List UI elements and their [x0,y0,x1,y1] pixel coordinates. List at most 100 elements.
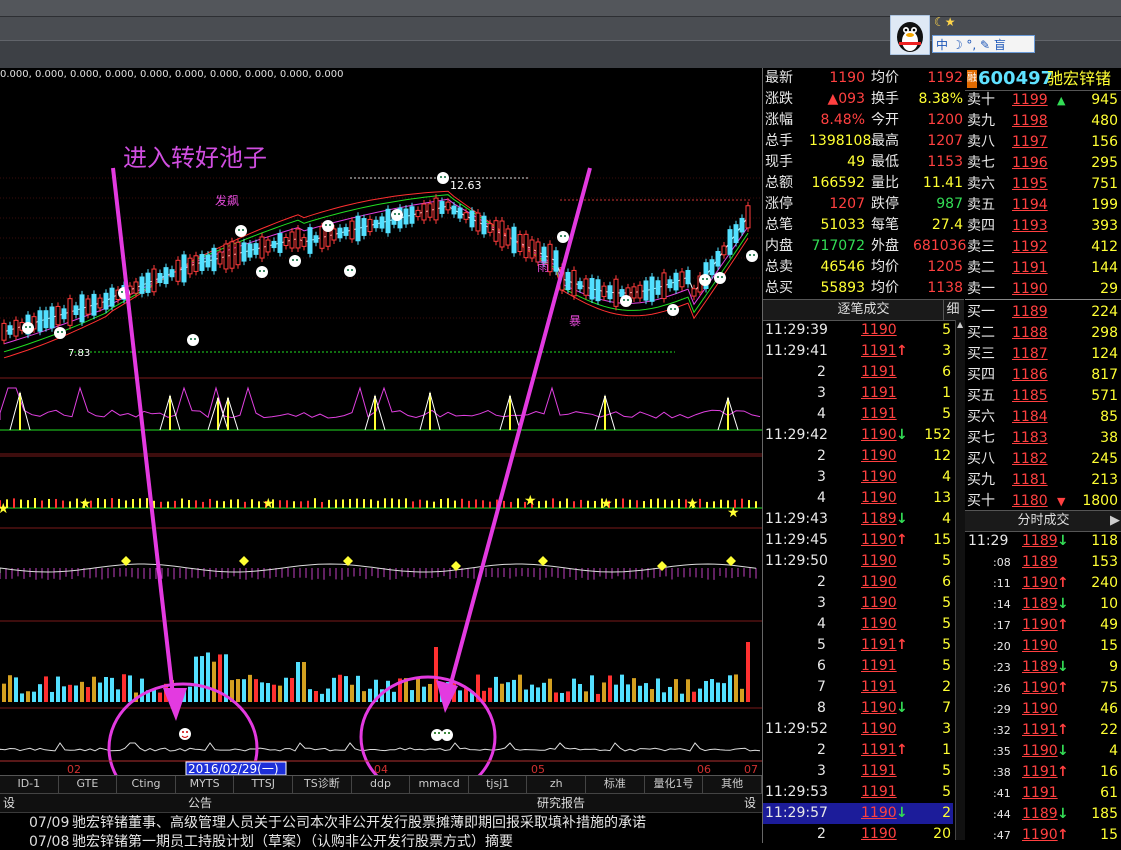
tick-row[interactable]: 11:29:43 1189 ↓ 4 [763,509,953,530]
qq-widget[interactable]: ☾★ 中 ☽ °, ✎ 盲 [890,15,1036,55]
order-row[interactable]: 买四 1186 817 [965,365,1121,386]
scroll-up-icon[interactable]: ▲ [957,320,963,329]
tick-row[interactable]: 4 1190 5 [763,614,953,635]
tab-announcements[interactable]: 公告 [188,794,212,812]
minute-row[interactable]: :23 1189 ↓ 9 [965,657,1121,678]
order-row[interactable]: 卖三 1192 412 [965,237,1121,258]
tab-tjsj1[interactable]: tjsj1 [469,776,528,793]
tab-ddp[interactable]: ddp [352,776,411,793]
tick-row[interactable]: 4 1190 13 [763,488,953,509]
expand-arrow-icon[interactable]: ▶ [1110,511,1120,531]
order-row[interactable]: 卖九 1198 480 [965,111,1121,132]
order-row[interactable]: 卖四 1193 393 [965,216,1121,237]
order-row[interactable]: 卖七 1196 295 [965,153,1121,174]
news-title[interactable]: 驰宏锌锗董事、高级管理人员关于公司本次非公开发行股票摊薄即期回报采取填补措施的承… [72,815,646,831]
minute-row[interactable]: 11:29 1189 ↓ 118 [965,531,1121,552]
order-row[interactable]: 买三 1187 124 [965,344,1121,365]
minute-row[interactable]: :14 1189 ↓ 10 [965,594,1121,615]
minute-row[interactable]: :11 1190 ↑ 240 [965,573,1121,594]
tick-row[interactable]: 11:29:42 1190 ↓ 152 [763,425,953,446]
tab-mmacd[interactable]: mmacd [410,776,469,793]
minute-row[interactable]: :44 1189 ↓ 185 [965,804,1121,825]
tick-row[interactable]: 2 1190 20 [763,824,953,845]
tab-zh[interactable]: zh [527,776,587,793]
tab-quant1[interactable]: 量化1号 [645,776,704,793]
minute-row[interactable]: :29 1190 46 [965,699,1121,720]
news-title[interactable]: 驰宏锌锗第一期员工持股计划（草案）（认购非公开发行股票方式）摘要 [72,834,513,850]
minute-row[interactable]: :08 1189 153 [965,552,1121,573]
penguin-icon[interactable] [890,15,930,55]
tab-id1[interactable]: ID-1 [0,776,59,793]
tick-row[interactable]: 11:29:53 1191 5 [763,782,953,803]
volume-bar [428,683,432,702]
smiley-signal-icon [344,265,356,277]
news-item[interactable]: 07/09 驰宏锌锗董事、高级管理人员关于公司本次非公开发行股票摊薄即期回报采取… [0,815,762,831]
tab-myts[interactable]: MYTS [176,776,235,793]
order-volume: 199 [1091,197,1118,213]
order-row[interactable]: 买十 1180 ▼ 1800 [965,491,1121,512]
minute-row[interactable]: :17 1190 ↑ 49 [965,615,1121,636]
minute-row[interactable]: :32 1191 ↑ 22 [965,720,1121,741]
tick-row[interactable]: 11:29:41 1191 ↑ 3 [763,341,953,362]
tab-other[interactable]: 其他 [703,776,762,793]
order-row[interactable]: 买八 1182 245 [965,449,1121,470]
tick-scrollbar[interactable]: ▲ [955,320,965,840]
tab-cting[interactable]: Cting [117,776,176,793]
order-row[interactable]: 卖一 1190 29 [965,279,1121,300]
ime-symbols[interactable]: ☽ °, ✎ 盲 [952,38,1006,52]
order-row[interactable]: 买七 1183 38 [965,428,1121,449]
tick-row[interactable]: 5 1191 ↑ 5 [763,635,953,656]
tick-arrow-icon: ↑ [896,343,908,359]
tab-ttsj[interactable]: TTSJ [234,776,294,793]
minute-row[interactable]: :38 1191 ↑ 16 [965,762,1121,783]
order-row[interactable]: 买九 1181 213 [965,470,1121,491]
order-row[interactable]: 卖五 1194 199 [965,195,1121,216]
kline-chart-area[interactable]: 0.000, 0.000, 0.000, 0.000, 0.000, 0.000… [0,68,762,775]
tick-row[interactable]: 2 1190 12 [763,446,953,467]
news-settings-right[interactable]: 设 [744,794,756,812]
tick-row[interactable]: 6 1191 5 [763,656,953,677]
tick-row[interactable]: 7 1191 2 [763,677,953,698]
detail-button[interactable]: 细 [943,300,962,320]
minute-row[interactable]: :26 1190 ↑ 75 [965,678,1121,699]
minute-row[interactable]: :41 1191 61 [965,783,1121,804]
tick-row[interactable]: 2 1191 ↑ 1 [763,740,953,761]
order-row[interactable]: 买一 1189 224 [965,302,1121,323]
minute-row[interactable]: :20 1190 15 [965,636,1121,657]
candle [271,240,277,249]
order-row[interactable]: 卖六 1195 751 [965,174,1121,195]
tick-row[interactable]: 3 1190 5 [763,593,953,614]
volume-bar [632,678,636,702]
news-settings-left[interactable]: 设 [3,794,15,812]
tick-row[interactable]: 11:29:45 1190 ↑ 15 [763,530,953,551]
candle [517,234,523,252]
tick-row[interactable]: 11:29:52 1190 3 [763,719,953,740]
tab-ts-diagnosis[interactable]: TS诊断 [293,776,352,793]
tick-row[interactable]: 3 1190 4 [763,467,953,488]
ime-lang[interactable]: 中 [936,38,948,52]
tick-row[interactable]: 3 1191 1 [763,383,953,404]
tick-row[interactable]: 11:29:50 1190 5 [763,551,953,572]
tick-row[interactable]: 4 1191 5 [763,404,953,425]
ime-bar[interactable]: 中 ☽ °, ✎ 盲 [932,35,1035,53]
order-row[interactable]: 卖二 1191 144 [965,258,1121,279]
tab-gte[interactable]: GTE [59,776,118,793]
quote-value: 1205 [927,259,963,275]
order-row[interactable]: 卖八 1197 156 [965,132,1121,153]
tick-row[interactable]: 11:29:39 1190 5 [763,320,953,341]
kline-chart[interactable]: 0.000, 0.000, 0.000, 0.000, 0.000, 0.000… [0,68,762,775]
tick-row[interactable]: 8 1190 ↓ 7 [763,698,953,719]
news-item[interactable]: 07/08 驰宏锌锗第一期员工持股计划（草案）（认购非公开发行股票方式）摘要 [0,834,762,850]
order-row[interactable]: 卖十 1199 ▲ 945 [965,90,1121,111]
minute-row[interactable]: :35 1190 ↓ 4 [965,741,1121,762]
order-row[interactable]: 买二 1188 298 [965,323,1121,344]
tick-row[interactable]: 11:29:57 1190 ↓ 2 [763,803,953,824]
tab-research[interactable]: 研究报告 [537,794,585,812]
candle [649,276,655,302]
tick-row[interactable]: 2 1191 6 [763,362,953,383]
tick-row[interactable]: 2 1190 6 [763,572,953,593]
tab-standard[interactable]: 标准 [586,776,645,793]
tick-row[interactable]: 3 1191 5 [763,761,953,782]
order-row[interactable]: 买五 1185 571 [965,386,1121,407]
order-row[interactable]: 买六 1184 85 [965,407,1121,428]
